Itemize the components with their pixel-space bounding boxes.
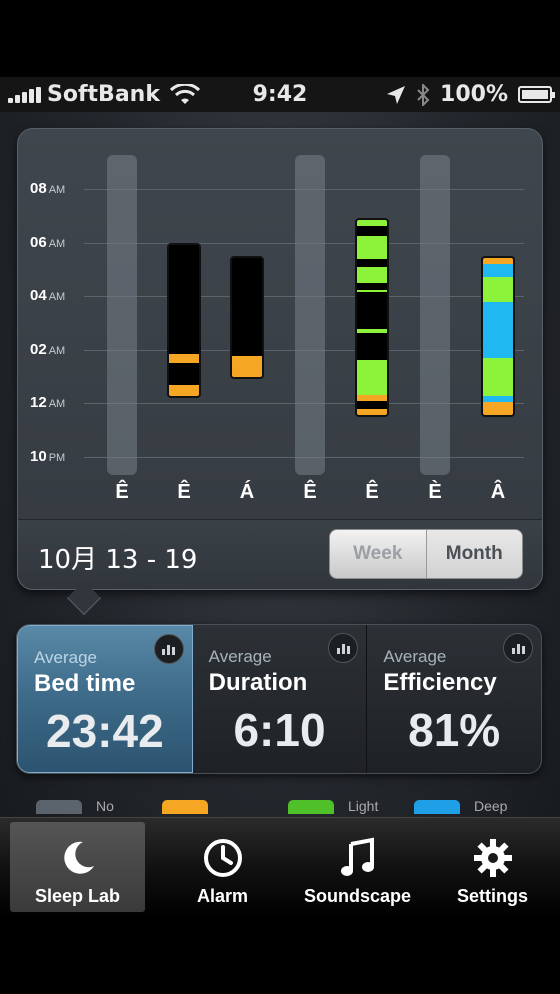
day-label: Â	[490, 481, 506, 503]
day-label: Ê	[177, 481, 191, 503]
sleep-bar[interactable]	[355, 218, 389, 417]
sleep-stage-segment	[357, 267, 387, 283]
tab-label: Sleep Lab	[34, 886, 121, 906]
sleep-stage-segment	[169, 353, 199, 363]
sleep-stage-segment	[483, 264, 513, 277]
tab-bar: Sleep Lab Alarm Soundscape Settings	[0, 817, 560, 918]
stat-value: 81%	[408, 704, 501, 756]
y-tick-label: 10 PM	[30, 448, 66, 465]
tab-sleep-lab[interactable]: Sleep Lab	[10, 822, 145, 912]
legend-swatch-light	[288, 800, 334, 814]
stat-value: 6:10	[233, 704, 326, 756]
stat-title: Duration	[208, 669, 308, 696]
bar-chart-icon[interactable]	[328, 633, 359, 663]
tab-settings[interactable]: Settings	[425, 818, 560, 918]
y-tick-label: 02 AM	[30, 340, 66, 358]
clock-icon	[203, 839, 242, 877]
sleep-bar[interactable]	[230, 256, 264, 380]
period-segmented-control[interactable]: Week Month	[329, 529, 523, 579]
bar-chart-icon[interactable]	[153, 634, 184, 664]
empty-day-column	[420, 155, 450, 475]
sleep-chart-card: 08 AM 06 AM 04 AM 02 AM 12 AM 10 PM Ê Ê Á Ê Ê È Â 10月 13 -…	[17, 128, 543, 590]
month-button[interactable]: Month	[426, 530, 522, 578]
y-tick-label: 08 AM	[30, 180, 66, 197]
sleep-stage-segment	[357, 408, 387, 415]
sleep-stage-segment	[483, 402, 513, 415]
music-note-icon	[340, 837, 374, 876]
sleep-stage-segment	[232, 355, 262, 378]
tab-label: Soundscape	[303, 886, 412, 906]
legend-label-none: No	[96, 798, 114, 814]
day-label: È	[428, 481, 442, 503]
stat-duration[interactable]: Average Duration 6:10	[193, 625, 368, 773]
sleep-stage-segment	[357, 220, 387, 227]
stats-panel: Average Bed time 23:42 Average Duration …	[16, 624, 542, 774]
legend-swatch-none	[36, 800, 82, 814]
day-label: Ê	[303, 481, 317, 503]
sleep-stage-segment	[357, 329, 387, 334]
tab-alarm[interactable]: Alarm	[155, 818, 290, 918]
battery-percent: 100%	[440, 82, 508, 107]
stat-average-label: Average	[34, 648, 98, 667]
bluetooth-icon	[417, 83, 430, 106]
legend-label-light: Light	[348, 798, 379, 814]
tab-label: Alarm	[196, 886, 249, 906]
y-tick-label: 06 AM	[30, 233, 66, 251]
sleep-stage-segment	[483, 358, 513, 396]
day-label: Ê	[115, 481, 129, 503]
stat-title: Bed time	[34, 670, 136, 697]
stat-value: 23:42	[46, 705, 164, 757]
sleep-stage-segment	[357, 395, 387, 402]
sleep-stage-segment	[357, 360, 387, 396]
sleep-bar[interactable]	[481, 256, 515, 417]
tab-soundscape[interactable]: Soundscape	[290, 818, 425, 918]
y-tick-label: 04 AM	[30, 287, 66, 305]
empty-day-column	[295, 155, 325, 475]
location-arrow-icon	[387, 85, 406, 104]
stat-average-label: Average	[208, 647, 272, 666]
legend-label-deep: Deep	[474, 798, 508, 814]
stat-average-label: Average	[383, 647, 447, 666]
battery-icon	[518, 86, 555, 103]
stat-bed-time[interactable]: Average Bed time 23:42	[17, 625, 193, 773]
sleep-stage-segment	[169, 385, 199, 397]
stat-efficiency[interactable]: Average Efficiency 81%	[367, 625, 541, 773]
sleep-bar[interactable]	[167, 242, 201, 399]
stat-title: Efficiency	[383, 669, 497, 696]
date-range: 10月 13 - 19	[38, 545, 198, 575]
status-icons: 100%	[386, 82, 555, 107]
legend-swatch-deep	[414, 800, 460, 814]
day-label: Á	[239, 481, 255, 503]
gear-icon	[473, 839, 512, 877]
legend-swatch-awake	[162, 800, 208, 814]
sleep-stage-segment	[483, 276, 513, 302]
sleep-stage-segment	[483, 301, 513, 359]
day-label: Ê	[365, 481, 379, 503]
moon-icon	[63, 841, 94, 874]
week-button[interactable]: Week	[330, 530, 427, 578]
tab-label: Settings	[456, 886, 528, 906]
empty-day-column	[107, 155, 137, 475]
sleep-stage-segment	[357, 236, 387, 260]
bar-chart-icon[interactable]	[503, 633, 534, 663]
status-bar: SoftBank 9:42 100%	[0, 77, 560, 112]
sleep-stage-segment	[357, 290, 387, 293]
y-tick-label: 12 AM	[30, 394, 66, 412]
screen: 08 AM 06 AM 04 AM 02 AM 12 AM 10 PM Ê Ê Á Ê Ê È Â 10月 13 -…	[0, 112, 560, 918]
